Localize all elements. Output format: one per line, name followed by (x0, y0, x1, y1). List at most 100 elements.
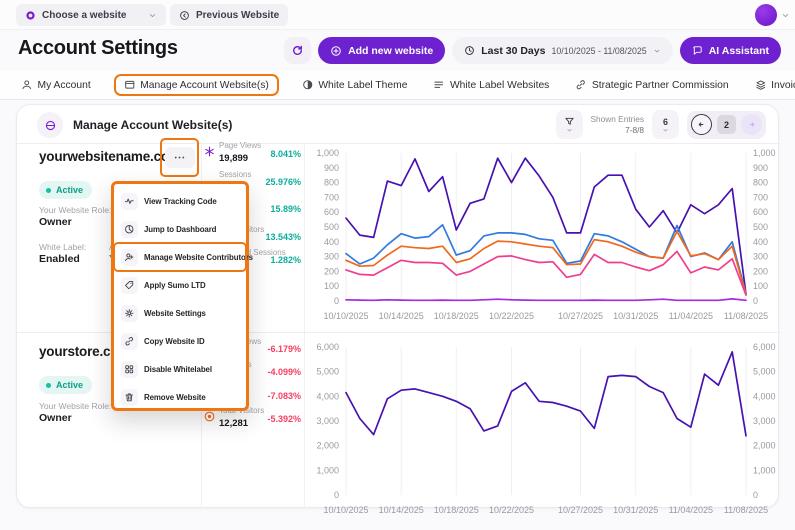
filter-icon (564, 116, 575, 127)
menu-item-label: Apply Sumo LTD (144, 281, 206, 290)
tag-icon-wrap (121, 277, 138, 294)
svg-text:1,000: 1,000 (753, 465, 776, 475)
role-label: Your Website Role: (39, 401, 111, 411)
white-label-value: Enabled (39, 253, 80, 265)
browser-icon (37, 112, 63, 138)
page-size-select[interactable]: 6 (652, 110, 679, 139)
divider (304, 333, 305, 509)
tab-invoices[interactable]: Invoices (752, 74, 795, 96)
justify-icon (433, 79, 445, 91)
panel-tools: Shown Entries 7-8/8 6 2 (556, 110, 767, 139)
svg-text:11/04/2025: 11/04/2025 (669, 505, 713, 515)
svg-text:0: 0 (334, 490, 339, 500)
date-range-picker[interactable]: Last 30 Days 10/10/2025 - 11/08/2025 (452, 37, 672, 64)
browser-icon (124, 79, 136, 91)
svg-text:900: 900 (324, 163, 339, 173)
plus-circle-icon (330, 45, 342, 57)
svg-text:2,000: 2,000 (753, 441, 776, 451)
svg-text:400: 400 (753, 237, 768, 247)
svg-text:6,000: 6,000 (316, 342, 339, 352)
svg-text:5,000: 5,000 (753, 367, 776, 377)
page-title: Account Settings (18, 37, 178, 60)
user-icon (21, 79, 33, 91)
svg-text:300: 300 (324, 252, 339, 262)
divider (304, 144, 305, 332)
grid-icon-wrap (121, 361, 138, 378)
user-avatar[interactable] (755, 4, 777, 26)
arrow-right-icon (746, 119, 757, 130)
svg-text:700: 700 (753, 192, 768, 202)
tab-white-label-theme[interactable]: White Label Theme (299, 74, 411, 96)
chevron-down-icon (566, 128, 573, 133)
ai-assistant-button[interactable]: AI Assistant (680, 37, 781, 64)
svg-text:300: 300 (753, 252, 768, 262)
avatar-chevron-down-icon[interactable] (781, 11, 790, 20)
shown-entries-label: Shown Entries (591, 114, 645, 125)
menu-item-disable-whitelabel[interactable]: Disable Whitelabel (114, 355, 246, 383)
menu-item-website-settings[interactable]: Website Settings (114, 299, 246, 327)
svg-text:10/31/2025: 10/31/2025 (613, 505, 658, 515)
svg-text:11/08/2025: 11/08/2025 (724, 505, 768, 515)
gear-icon (124, 308, 135, 319)
svg-text:800: 800 (753, 178, 768, 188)
svg-text:10/31/2025: 10/31/2025 (613, 311, 658, 321)
chat-icon (692, 45, 703, 56)
dots-menu-highlight-box (160, 138, 199, 177)
next-page-button[interactable] (741, 114, 762, 135)
svg-text:10/22/2025: 10/22/2025 (489, 505, 534, 515)
traffic-chart: 10/10/202510/14/202510/18/202510/22/2025… (306, 339, 780, 525)
pulse-icon (124, 196, 135, 207)
svg-text:800: 800 (324, 178, 339, 188)
tab-my-account[interactable]: My Account (18, 74, 94, 96)
status-dot (46, 383, 51, 388)
pie-icon (124, 224, 135, 235)
choose-website-dropdown[interactable]: Choose a website (16, 4, 166, 26)
current-page-indicator[interactable]: 2 (717, 115, 736, 134)
menu-item-jump-to-dashboard[interactable]: Jump to Dashboard (114, 215, 246, 243)
svg-text:400: 400 (324, 237, 339, 247)
tab-manage-account-website-s-[interactable]: Manage Account Website(s) (114, 74, 279, 96)
refresh-button[interactable] (284, 37, 311, 64)
menu-item-apply-sumo-ltd[interactable]: Apply Sumo LTD (114, 271, 246, 299)
tab-strategic-partner-commission[interactable]: Strategic Partner Commission (572, 74, 731, 96)
svg-text:600: 600 (753, 207, 768, 217)
website-options-button[interactable] (165, 147, 195, 168)
ai-assistant-label: AI Assistant (709, 45, 769, 57)
svg-text:200: 200 (324, 266, 339, 276)
svg-text:1,000: 1,000 (316, 465, 339, 475)
svg-text:10/14/2025: 10/14/2025 (379, 505, 424, 515)
menu-item-copy-website-id[interactable]: Copy Website ID (114, 327, 246, 355)
tab-label: White Label Theme (318, 80, 407, 91)
website-name: yourstore.co (39, 344, 118, 359)
svg-text:200: 200 (753, 266, 768, 276)
svg-text:900: 900 (753, 163, 768, 173)
top-bar: Choose a website Previous Website (0, 0, 795, 30)
svg-text:4,000: 4,000 (753, 391, 776, 401)
svg-text:6,000: 6,000 (753, 342, 776, 352)
divider (17, 143, 780, 144)
website-donut-icon (25, 10, 36, 21)
menu-item-remove-website[interactable]: Remove Website (114, 383, 246, 411)
contrast-icon (302, 79, 314, 91)
tab-label: Invoices (771, 80, 795, 91)
date-range-value: 10/10/2025 - 11/08/2025 (551, 46, 646, 56)
target-icon (203, 410, 216, 423)
menu-item-view-tracking-code[interactable]: View Tracking Code (114, 187, 246, 215)
clock-icon (464, 45, 475, 56)
svg-text:2,000: 2,000 (316, 441, 339, 451)
svg-text:10/10/2025: 10/10/2025 (323, 505, 368, 515)
filter-button[interactable] (556, 110, 583, 139)
previous-website-button[interactable]: Previous Website (170, 4, 288, 26)
date-range-label: Last 30 Days (481, 45, 545, 57)
tab-white-label-websites[interactable]: White Label Websites (430, 74, 552, 96)
choose-website-label: Choose a website (42, 10, 126, 21)
previous-page-button[interactable] (691, 114, 712, 135)
add-new-website-button[interactable]: Add new website (318, 37, 445, 64)
status-label: Active (56, 380, 83, 390)
link-icon (124, 336, 135, 347)
menu-item-manage-website-contributors[interactable]: Manage Website Contributors (114, 243, 246, 271)
chevron-down-icon (662, 128, 669, 133)
previous-website-label: Previous Website (196, 10, 279, 21)
grid-icon (124, 364, 135, 375)
svg-text:3,000: 3,000 (753, 416, 776, 426)
